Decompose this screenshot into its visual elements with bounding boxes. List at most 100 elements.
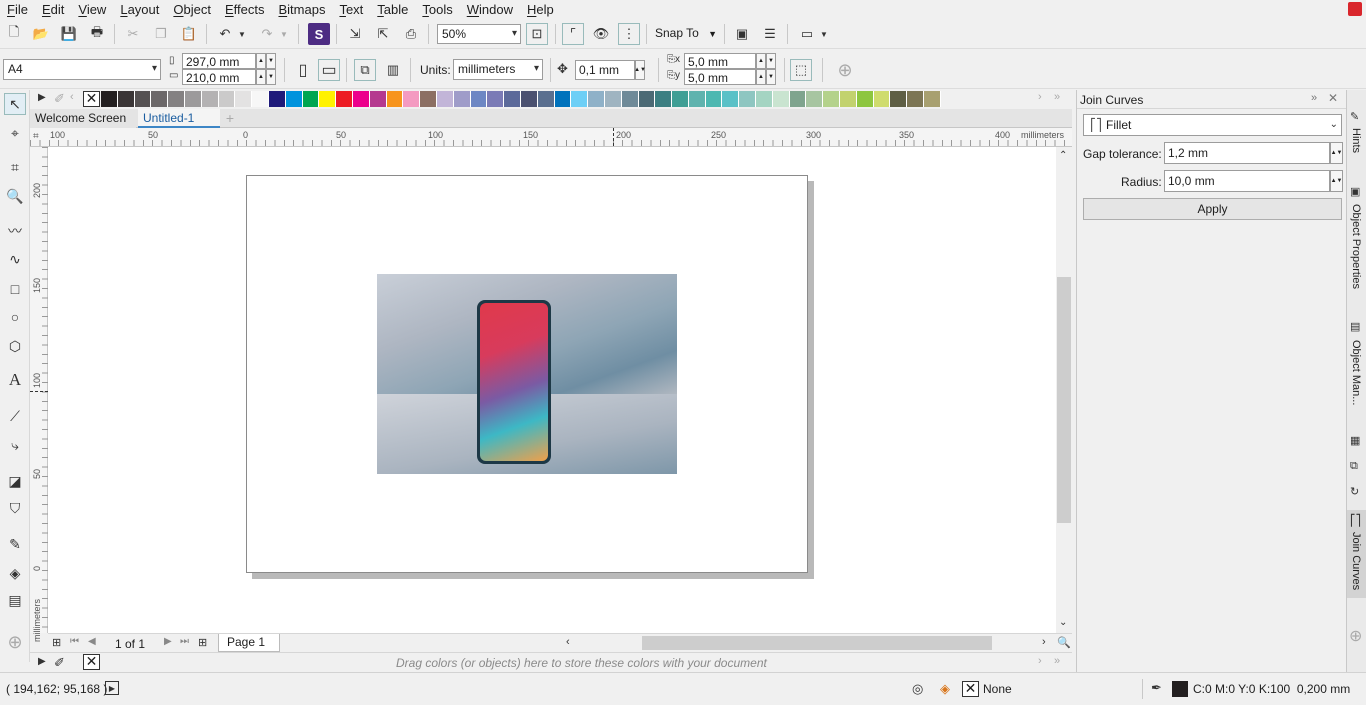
export-icon[interactable]: ⇱: [372, 23, 394, 45]
docpalette-no-color-swatch[interactable]: ✕: [83, 654, 100, 670]
docpalette-eyedropper-icon[interactable]: ✐: [54, 655, 65, 671]
add-docker-icon[interactable]: ⊕: [1349, 626, 1362, 646]
snap-to-button[interactable]: Snap To ▼: [655, 26, 721, 44]
side-tab-hints[interactable]: Hints: [1350, 128, 1362, 153]
color-proofing-icon[interactable]: ◎: [912, 681, 923, 697]
color-swatch[interactable]: [184, 91, 202, 107]
docker-close-icon[interactable]: ✕: [1328, 91, 1338, 105]
color-swatch[interactable]: [151, 91, 169, 107]
color-swatch[interactable]: [487, 91, 505, 107]
duplicate-x-spinner-down[interactable]: ▼: [766, 53, 776, 69]
eyedropper-tool-icon[interactable]: ✎: [4, 533, 26, 555]
palette-scroll-right-icon[interactable]: ›: [1038, 91, 1042, 103]
add-page-before-icon[interactable]: ⊞: [52, 636, 61, 649]
color-swatch[interactable]: [336, 91, 353, 107]
color-swatch[interactable]: [285, 91, 303, 107]
vertical-scroll-thumb[interactable]: [1057, 277, 1071, 523]
tab-welcome-screen[interactable]: Welcome Screen: [30, 109, 136, 128]
radius-spinner[interactable]: ▲▼: [1330, 170, 1343, 192]
color-swatch[interactable]: [218, 91, 236, 107]
color-swatch[interactable]: [470, 91, 488, 107]
ellipse-tool-icon[interactable]: ○: [4, 306, 26, 328]
side-tab-object-properties[interactable]: Object Properties: [1350, 204, 1362, 289]
publish-pdf-icon[interactable]: ⎙: [400, 23, 422, 45]
page-size-select[interactable]: A4 ▾: [3, 59, 161, 80]
app-launcher-icon[interactable]: S: [308, 23, 330, 45]
menu-effects[interactable]: Effects: [218, 0, 272, 19]
parallel-dimension-tool-icon[interactable]: ⟋: [4, 405, 26, 427]
polygon-tool-icon[interactable]: ⬡: [4, 335, 26, 357]
launch-icon[interactable]: ▭: [796, 23, 818, 45]
color-swatch[interactable]: [537, 91, 555, 107]
text-tool-icon[interactable]: A: [4, 369, 26, 391]
side-tool-icon-2[interactable]: ⧉: [1350, 460, 1358, 473]
rulers-toggle-icon[interactable]: ⌜: [562, 23, 584, 45]
duplicate-y-spinner[interactable]: ▲: [756, 69, 766, 85]
color-swatch[interactable]: [722, 91, 740, 107]
pick-tool-icon[interactable]: ↖: [4, 93, 26, 115]
menu-window[interactable]: Window: [460, 0, 520, 19]
color-swatch[interactable]: [117, 91, 135, 107]
color-swatch[interactable]: [403, 91, 421, 107]
scroll-up-icon[interactable]: ⌃: [1059, 150, 1067, 161]
side-tab-join-curves[interactable]: Join Curves: [1350, 532, 1362, 590]
color-swatch[interactable]: [554, 91, 572, 107]
page-height-spinner[interactable]: ▲: [256, 69, 266, 85]
view-icon[interactable]: 👁: [590, 23, 612, 45]
gap-tolerance-spinner[interactable]: ▲▼: [1330, 142, 1343, 164]
scroll-down-icon[interactable]: ⌄: [1059, 617, 1067, 628]
copy-icon[interactable]: ❐: [150, 23, 172, 45]
color-swatch[interactable]: [756, 91, 773, 107]
apply-button[interactable]: Apply: [1083, 198, 1342, 220]
color-swatch[interactable]: [840, 91, 857, 107]
horizontal-ruler[interactable]: 100 50 0 50 100 150 200 250 300 350 400 …: [30, 128, 1072, 147]
scroll-right-icon[interactable]: ›: [1042, 636, 1046, 648]
menu-object[interactable]: Object: [166, 0, 218, 19]
alignment-guides-icon[interactable]: ☰: [759, 23, 781, 45]
color-swatch[interactable]: [134, 91, 152, 107]
page-width-spinner-down[interactable]: ▼: [266, 53, 276, 69]
color-swatch[interactable]: [672, 91, 689, 107]
fill-swatch[interactable]: ✕: [962, 681, 979, 697]
undo-dropdown-icon[interactable]: ▼: [236, 23, 248, 45]
artistic-media-tool-icon[interactable]: ∿: [4, 248, 26, 270]
color-swatch[interactable]: [168, 91, 185, 107]
color-swatch[interactable]: [924, 91, 941, 107]
current-page-icon[interactable]: ▥: [382, 59, 404, 81]
page-height-spinner-down[interactable]: ▼: [266, 69, 276, 85]
color-swatch[interactable]: [856, 91, 874, 107]
duplicate-x-spinner[interactable]: ▲: [756, 53, 766, 69]
color-swatch[interactable]: [604, 91, 622, 107]
landscape-icon[interactable]: ▭: [318, 59, 340, 81]
ruler-origin-icon[interactable]: ⌗: [33, 131, 39, 142]
color-swatch[interactable]: [655, 91, 673, 107]
tab-untitled-1[interactable]: Untitled-1: [138, 109, 220, 128]
rectangle-tool-icon[interactable]: □: [4, 278, 26, 300]
status-expand-icon[interactable]: ▶: [105, 681, 119, 695]
duplicate-distance-x-input[interactable]: 5,0 mm: [684, 53, 756, 69]
add-tab-icon[interactable]: +: [220, 109, 240, 128]
paste-icon[interactable]: 📋: [178, 23, 200, 45]
horizontal-scroll-thumb[interactable]: [642, 636, 992, 650]
vertical-ruler[interactable]: 200 150 100 50 0 millimeters: [30, 147, 48, 642]
menu-edit[interactable]: Edit: [35, 0, 71, 19]
color-swatch[interactable]: [386, 91, 404, 107]
add-quick-customize-icon[interactable]: ⊕: [834, 59, 856, 81]
color-swatch[interactable]: [789, 91, 807, 107]
palette-flyout-icon[interactable]: ▶: [38, 92, 46, 103]
menu-bitmaps[interactable]: Bitmaps: [271, 0, 332, 19]
color-swatch[interactable]: [588, 91, 605, 107]
import-icon[interactable]: ⇲: [344, 23, 366, 45]
previous-page-icon[interactable]: ◀: [88, 636, 96, 647]
palette-eyedropper-icon[interactable]: ✐: [54, 91, 65, 107]
page-width-spinner[interactable]: ▲: [256, 53, 266, 69]
color-swatch[interactable]: [907, 91, 925, 107]
print-icon[interactable]: 🖶: [86, 23, 108, 45]
menu-view[interactable]: View: [71, 0, 113, 19]
drawing-canvas[interactable]: [48, 147, 1056, 633]
redo-dropdown-icon[interactable]: ▼: [278, 23, 290, 45]
save-icon[interactable]: 💾: [58, 23, 80, 45]
side-tool-icon-3[interactable]: ↻: [1350, 485, 1359, 498]
color-swatch[interactable]: [101, 91, 118, 107]
color-swatch[interactable]: [806, 91, 824, 107]
